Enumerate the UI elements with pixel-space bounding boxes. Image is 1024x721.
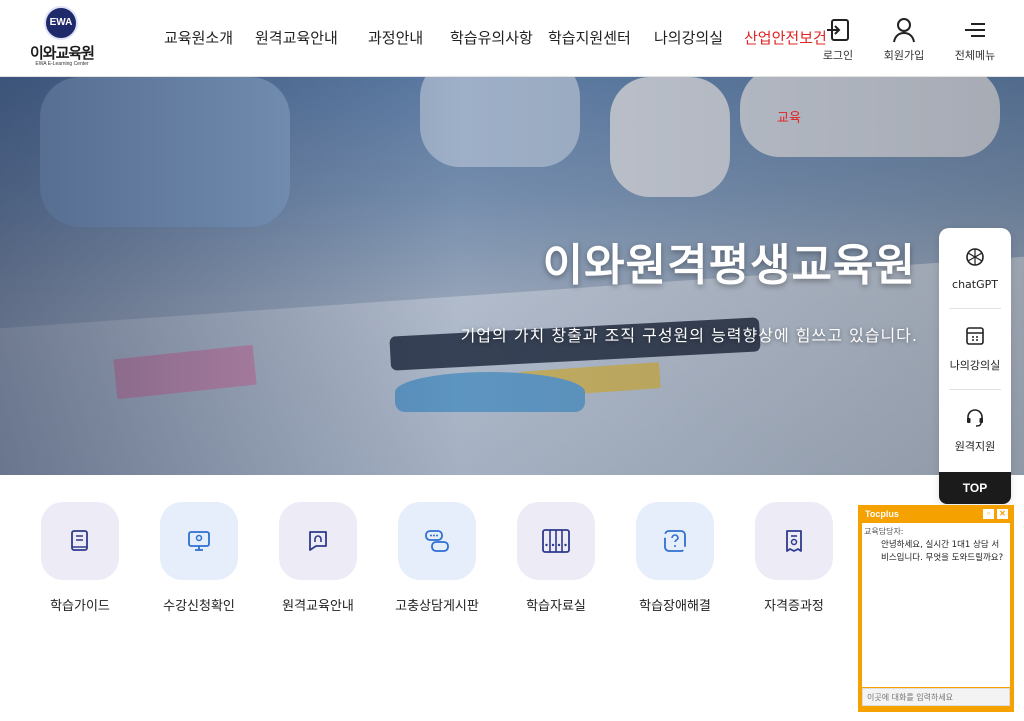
all-menu-button[interactable]: 전체메뉴	[945, 16, 1005, 63]
quick-item-label: 원격교육안내	[282, 599, 354, 614]
nav-item-my-classroom[interactable]: 나의강의실	[654, 27, 723, 48]
site-logo[interactable]: EWA 이와교육원 EWA E-Learning Center	[24, 6, 100, 70]
quick-item-label: 자격증과정	[764, 599, 824, 614]
site-header: EWA 이와교육원 EWA E-Learning Center 교육원소개 원격…	[0, 0, 1024, 77]
hero-banner: 이와원격평생교육원 기업의 가치 창출과 조직 구성원의 능력향상에 힘쓰고 있…	[0, 77, 1024, 475]
all-menu-label: 전체메뉴	[954, 49, 996, 62]
login-label: 로그인	[822, 49, 854, 62]
book-icon	[41, 502, 119, 580]
chat-agent-name: 교육담당자:	[864, 527, 904, 536]
nav-submenu-active[interactable]: 교육	[777, 107, 801, 126]
signup-label: 회원가입	[883, 49, 925, 62]
quick-item-label: 학습가이드	[50, 599, 110, 614]
chat-input[interactable]	[862, 688, 1010, 706]
nav-item-about[interactable]: 교육원소개	[164, 27, 233, 48]
side-item-remote-support[interactable]: 원격지원	[939, 390, 1011, 470]
binders-icon	[517, 502, 595, 580]
side-item-my-classroom[interactable]: 나의강의실	[939, 309, 1011, 389]
login-button[interactable]: 로그인	[808, 16, 868, 63]
hero-subtitle: 기업의 가치 창출과 조직 구성원의 능력향상에 힘쓰고 있습니다.	[460, 326, 918, 345]
classroom-icon	[964, 325, 986, 351]
side-quick-panel: chatGPT 나의강의실 원격지원 TOP	[939, 228, 1011, 504]
side-item-label: chatGPT	[952, 277, 998, 291]
nav-item-courses[interactable]: 과정안내	[368, 27, 423, 48]
user-icon	[890, 16, 918, 44]
hero-title: 이와원격평생교육원	[542, 240, 916, 291]
close-icon[interactable]: ✕	[997, 509, 1008, 519]
headset-icon	[964, 406, 986, 432]
quick-item-label: 학습자료실	[526, 599, 586, 614]
nav-item-study-notes[interactable]: 학습유의사항	[450, 27, 533, 48]
minimize-icon[interactable]: ▫	[983, 509, 994, 519]
quick-item-resources[interactable]: 학습자료실	[496, 502, 616, 614]
chat-bubbles-icon	[398, 502, 476, 580]
chatgpt-icon	[964, 246, 986, 272]
side-item-label: 나의강의실	[949, 359, 1001, 372]
hamburger-icon	[961, 16, 989, 44]
logo-name: 이와교육원	[29, 44, 95, 62]
scroll-top-button[interactable]: TOP	[939, 472, 1011, 504]
login-icon	[824, 16, 852, 44]
quick-item-troubleshoot[interactable]: 학습장애해결	[615, 502, 735, 614]
logo-mark: EWA	[44, 6, 78, 40]
chat-brand: Tocplus	[865, 509, 899, 519]
chat-widget: Tocplus ▫ ✕ 교육담당자: 안녕하세요, 실시간 1대1 상담 서비스…	[858, 505, 1014, 712]
chat-message: 안녕하세요, 실시간 1대1 상담 서비스입니다. 무엇을 도와드릴까요?	[881, 540, 1004, 563]
quick-item-label: 학습장애해결	[639, 599, 711, 614]
quick-item-study-guide[interactable]: 학습가이드	[20, 502, 140, 614]
signup-button[interactable]: 회원가입	[874, 16, 934, 63]
logo-subtitle: EWA E-Learning Center	[35, 61, 89, 67]
chat-headset-icon	[279, 502, 357, 580]
chat-header: Tocplus ▫ ✕	[862, 505, 1010, 523]
quick-item-counseling-board[interactable]: 고충상담게시판	[377, 502, 497, 614]
side-item-chatgpt[interactable]: chatGPT	[939, 228, 1011, 308]
question-icon	[636, 502, 714, 580]
nav-item-support-center[interactable]: 학습지원센터	[548, 27, 631, 48]
nav-item-remote-guide[interactable]: 원격교육안내	[255, 27, 338, 48]
chat-messages: 교육담당자: 안녕하세요, 실시간 1대1 상담 서비스입니다. 무엇을 도와드…	[862, 523, 1010, 687]
monitor-user-icon	[160, 502, 238, 580]
quick-item-label: 수강신청확인	[163, 599, 235, 614]
quick-item-remote-edu[interactable]: 원격교육안내	[258, 502, 378, 614]
certificate-icon	[755, 502, 833, 580]
quick-item-enrollment-check[interactable]: 수강신청확인	[139, 502, 259, 614]
side-item-label: 원격지원	[954, 440, 996, 453]
quick-item-certificate[interactable]: 자격증과정	[734, 502, 854, 614]
quick-item-label: 고충상담게시판	[395, 599, 479, 614]
